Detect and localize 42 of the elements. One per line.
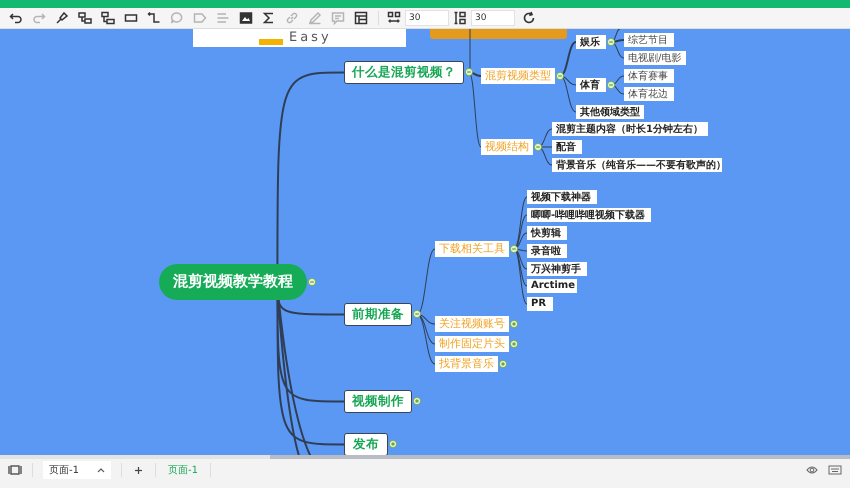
mindmap-node[interactable]: 其他领域类型 (576, 104, 644, 119)
collapse-icon[interactable] (413, 310, 421, 318)
mindmap-node[interactable]: 配音 (552, 140, 582, 154)
mindmap-node[interactable]: 娱乐 (576, 34, 606, 49)
expand-icon[interactable] (510, 340, 518, 348)
banner-text: Easy (289, 30, 332, 46)
collapse-icon[interactable] (607, 38, 615, 46)
mindmap-node[interactable]: 快剪辑 (527, 226, 567, 240)
horizontal-spacing-icon (387, 10, 401, 25)
expand-icon[interactable] (499, 360, 507, 368)
collapse-icon[interactable] (510, 244, 518, 253)
mindmap-node[interactable]: 体育赛事 (624, 68, 674, 83)
expand-icon[interactable] (413, 397, 421, 406)
logo-block (259, 38, 283, 45)
eye-icon[interactable] (806, 465, 818, 476)
mindmap-node[interactable]: 体育花边 (624, 86, 674, 101)
keyboard-icon[interactable] (828, 465, 842, 476)
mindmap-node[interactable]: 视频下载神器 (527, 190, 597, 204)
horizontal-spacing-field[interactable]: 30 (405, 10, 449, 26)
vertical-spacing-icon (453, 10, 467, 25)
page-dropdown-value: 页面-1 (49, 464, 79, 478)
mindmap-node[interactable]: PR (527, 296, 553, 311)
scrollbar-thumb[interactable] (270, 455, 850, 460)
mindmap-node[interactable]: 综艺节目 (624, 32, 674, 47)
mindmap-node[interactable]: 背景音乐（纯音乐——不要有歌声的） (552, 158, 722, 172)
vertical-spacing-field[interactable]: 30 (471, 10, 515, 26)
panel-toggle-icon[interactable] (8, 464, 22, 476)
mindmap-node[interactable]: 唧唧-哔哩哔哩视频下载器 (527, 208, 651, 222)
collapse-icon[interactable] (534, 142, 542, 151)
mindmap-node[interactable]: Arctime (527, 278, 577, 293)
collapse-icon[interactable] (556, 72, 564, 80)
mindmap-node[interactable]: 电视剧/电影 (624, 50, 686, 65)
expand-icon[interactable] (510, 320, 518, 328)
caret-icon (96, 467, 105, 474)
mindmap-node[interactable]: 体育 (576, 78, 606, 92)
collapse-icon[interactable] (465, 68, 473, 76)
plus-icon (134, 466, 143, 475)
mindmap-node[interactable]: 混剪主题内容（时长1分钟左右） (552, 122, 708, 136)
expand-icon[interactable] (389, 440, 397, 448)
page-dropdown[interactable]: 页面-1 (43, 461, 111, 480)
mindmap-node[interactable]: 录音啦 (527, 244, 567, 258)
mindmap-node[interactable]: 万兴神剪手 (527, 262, 587, 276)
